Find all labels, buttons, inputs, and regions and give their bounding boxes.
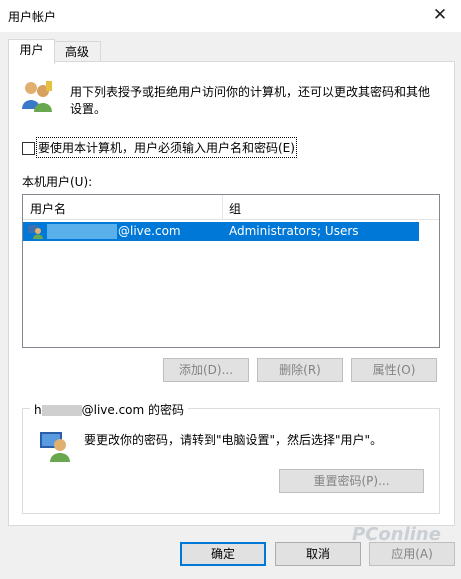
tab-advanced-label: 高级 (64, 45, 89, 59)
window-title: 用户帐户 (8, 10, 57, 24)
table-row[interactable]: @live.com Administrators; Users (23, 222, 419, 241)
remove-user-button[interactable]: 删除(R) (257, 358, 343, 382)
title-bar: 用户帐户 ✕ (0, 0, 461, 32)
column-header-group[interactable]: 组 (229, 200, 241, 217)
tab-users-label: 用户 (19, 43, 44, 57)
intro-text-line2: 设置。 (70, 102, 107, 116)
password-message: 要更改你的密码，请转到"电脑设置"，然后选择"用户"。 (84, 433, 383, 447)
require-login-label[interactable]: 要使用本计算机，用户必须输入用户名和密码(E) (36, 137, 297, 158)
email-redacted (41, 405, 82, 416)
username-redacted (47, 224, 117, 239)
password-groupbox (22, 408, 440, 514)
users-icon (22, 81, 52, 112)
column-divider[interactable] (222, 195, 223, 219)
add-user-button[interactable]: 添加(D)... (163, 358, 249, 382)
close-icon: ✕ (432, 5, 448, 25)
user-row-username: @live.com (118, 224, 181, 238)
intro-text-line1: 用下列表授予或拒绝用户访问你的计算机，还可以更改其密码和其他 (70, 85, 431, 99)
properties-button[interactable]: 属性(O) (351, 358, 437, 382)
ok-button[interactable]: 确定 (180, 542, 266, 566)
user-row-group: Administrators; Users (229, 224, 359, 238)
users-list[interactable]: 用户名 组 @live.com Administrators; Users (22, 194, 440, 348)
apply-button[interactable]: 应用(A) (369, 542, 455, 566)
cancel-button[interactable]: 取消 (275, 542, 361, 566)
reset-password-button[interactable]: 重置密码(P)... (279, 469, 424, 493)
users-section-label: 本机用户(U): (22, 175, 93, 189)
require-login-checkbox[interactable] (22, 142, 35, 155)
password-group-title-prefix: h (34, 403, 42, 417)
user-row-icon (28, 225, 43, 239)
column-header-username[interactable]: 用户名 (30, 200, 66, 217)
user-computer-icon (40, 432, 70, 462)
tab-users[interactable]: 用户 (8, 39, 55, 64)
watermark: PConline (352, 524, 441, 545)
password-group-title-suffix: @live.com 的密码 (81, 403, 185, 417)
close-button[interactable]: ✕ (427, 3, 453, 27)
users-list-header: 用户名 组 (23, 195, 439, 220)
password-group-title: h @live.com 的密码 (30, 401, 189, 418)
